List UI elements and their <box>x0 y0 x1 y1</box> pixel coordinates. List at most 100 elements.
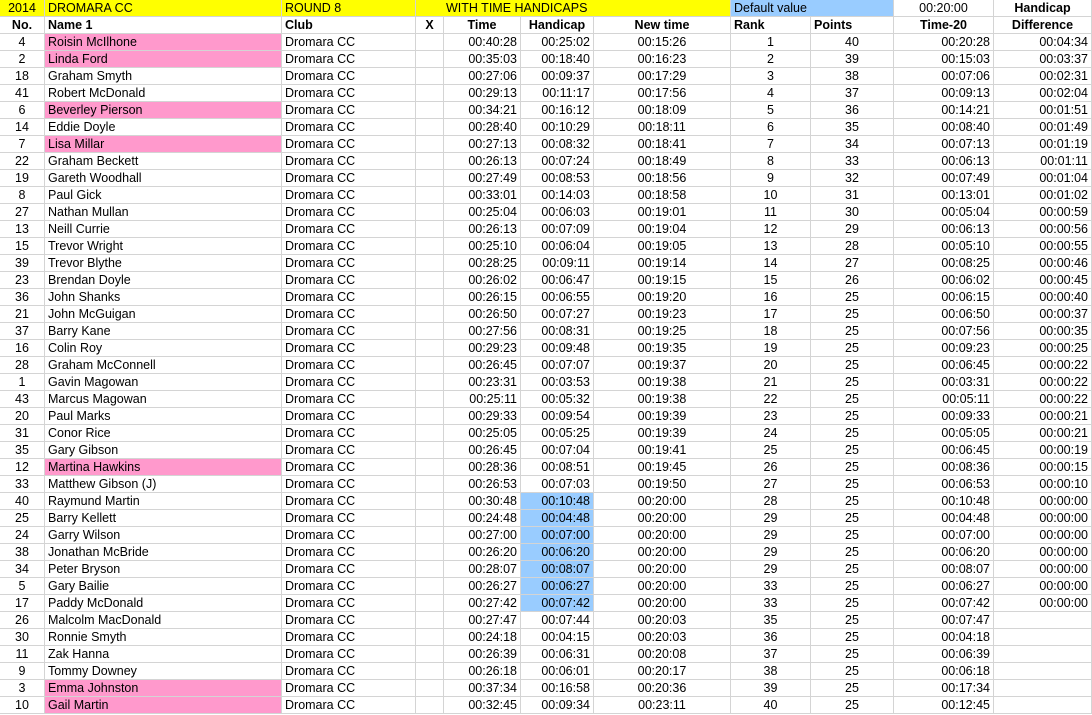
cell-rank[interactable]: 9 <box>731 170 811 187</box>
cell-new-time[interactable]: 00:18:58 <box>594 187 731 204</box>
cell-time-20[interactable]: 00:04:48 <box>894 510 994 527</box>
cell-points[interactable]: 25 <box>811 391 894 408</box>
cell-rank[interactable]: 22 <box>731 391 811 408</box>
cell-time[interactable]: 00:26:50 <box>444 306 521 323</box>
cell-club[interactable]: Dromara CC <box>282 170 416 187</box>
cell-points[interactable]: 33 <box>811 153 894 170</box>
cell-rank[interactable]: 35 <box>731 612 811 629</box>
round-cell[interactable]: ROUND 8 <box>282 0 416 17</box>
cell-rank[interactable]: 29 <box>731 527 811 544</box>
cell-time-20[interactable]: 00:06:13 <box>894 221 994 238</box>
cell-no[interactable]: 40 <box>0 493 45 510</box>
cell-no[interactable]: 30 <box>0 629 45 646</box>
cell-handicap[interactable]: 00:10:48 <box>521 493 594 510</box>
cell-new-time[interactable]: 00:20:03 <box>594 612 731 629</box>
cell-points[interactable]: 35 <box>811 119 894 136</box>
cell-club[interactable]: Dromara CC <box>282 34 416 51</box>
cell-handicap[interactable]: 00:03:53 <box>521 374 594 391</box>
cell-name[interactable]: Linda Ford <box>45 51 282 68</box>
cell-new-time[interactable]: 00:20:00 <box>594 578 731 595</box>
cell-points[interactable]: 25 <box>811 646 894 663</box>
cell-x[interactable] <box>416 527 444 544</box>
cell-new-time[interactable]: 00:18:41 <box>594 136 731 153</box>
cell-no[interactable]: 1 <box>0 374 45 391</box>
cell-name[interactable]: Jonathan McBride <box>45 544 282 561</box>
cell-new-time[interactable]: 00:20:00 <box>594 527 731 544</box>
cell-time[interactable]: 00:25:04 <box>444 204 521 221</box>
cell-x[interactable] <box>416 476 444 493</box>
cell-difference[interactable]: 00:00:21 <box>994 408 1092 425</box>
cell-name[interactable]: Gary Gibson <box>45 442 282 459</box>
cell-time-20[interactable]: 00:06:13 <box>894 153 994 170</box>
cell-rank[interactable]: 1 <box>731 34 811 51</box>
cell-new-time[interactable]: 00:19:38 <box>594 391 731 408</box>
cell-handicap[interactable]: 00:08:07 <box>521 561 594 578</box>
cell-club[interactable]: Dromara CC <box>282 408 416 425</box>
cell-difference[interactable]: 00:01:51 <box>994 102 1092 119</box>
cell-no[interactable]: 15 <box>0 238 45 255</box>
cell-x[interactable] <box>416 578 444 595</box>
cell-no[interactable]: 26 <box>0 612 45 629</box>
cell-difference[interactable]: 00:00:56 <box>994 221 1092 238</box>
cell-club[interactable]: Dromara CC <box>282 595 416 612</box>
cell-x[interactable] <box>416 204 444 221</box>
cell-new-time[interactable]: 00:20:08 <box>594 646 731 663</box>
cell-club[interactable]: Dromara CC <box>282 51 416 68</box>
cell-no[interactable]: 43 <box>0 391 45 408</box>
cell-rank[interactable]: 33 <box>731 578 811 595</box>
cell-name[interactable]: Nathan Mullan <box>45 204 282 221</box>
cell-points[interactable]: 25 <box>811 374 894 391</box>
cell-time[interactable]: 00:29:23 <box>444 340 521 357</box>
cell-club[interactable]: Dromara CC <box>282 204 416 221</box>
cell-name[interactable]: Paul Gick <box>45 187 282 204</box>
cell-name[interactable]: Martina Hawkins <box>45 459 282 476</box>
cell-rank[interactable]: 37 <box>731 646 811 663</box>
cell-difference[interactable]: 00:00:00 <box>994 595 1092 612</box>
cell-time-20[interactable]: 00:03:31 <box>894 374 994 391</box>
cell-time-20[interactable]: 00:07:56 <box>894 323 994 340</box>
cell-no[interactable]: 3 <box>0 680 45 697</box>
cell-handicap[interactable]: 00:05:25 <box>521 425 594 442</box>
cell-difference[interactable]: 00:01:11 <box>994 153 1092 170</box>
cell-club[interactable]: Dromara CC <box>282 680 416 697</box>
cell-time[interactable]: 00:25:10 <box>444 238 521 255</box>
cell-club[interactable]: Dromara CC <box>282 85 416 102</box>
cell-no[interactable]: 39 <box>0 255 45 272</box>
cell-name[interactable]: Colin Roy <box>45 340 282 357</box>
header-new-time[interactable]: New time <box>594 17 731 34</box>
cell-x[interactable] <box>416 255 444 272</box>
cell-name[interactable]: Brendan Doyle <box>45 272 282 289</box>
cell-time[interactable]: 00:26:45 <box>444 442 521 459</box>
cell-handicap[interactable]: 00:06:01 <box>521 663 594 680</box>
cell-time-20[interactable]: 00:07:42 <box>894 595 994 612</box>
cell-club[interactable]: Dromara CC <box>282 255 416 272</box>
cell-club[interactable]: Dromara CC <box>282 646 416 663</box>
cell-difference[interactable] <box>994 663 1092 680</box>
cell-name[interactable]: Peter Bryson <box>45 561 282 578</box>
cell-rank[interactable]: 24 <box>731 425 811 442</box>
cell-new-time[interactable]: 00:19:14 <box>594 255 731 272</box>
header-club[interactable]: Club <box>282 17 416 34</box>
cell-time[interactable]: 00:28:40 <box>444 119 521 136</box>
cell-time-20[interactable]: 00:06:18 <box>894 663 994 680</box>
cell-x[interactable] <box>416 68 444 85</box>
cell-difference[interactable]: 00:00:25 <box>994 340 1092 357</box>
cell-name[interactable]: Malcolm MacDonald <box>45 612 282 629</box>
cell-no[interactable]: 41 <box>0 85 45 102</box>
cell-club[interactable]: Dromara CC <box>282 527 416 544</box>
cell-time-20[interactable]: 00:07:47 <box>894 612 994 629</box>
cell-time-20[interactable]: 00:06:27 <box>894 578 994 595</box>
cell-rank[interactable]: 12 <box>731 221 811 238</box>
cell-points[interactable]: 25 <box>811 340 894 357</box>
cell-rank[interactable]: 28 <box>731 493 811 510</box>
cell-time-20[interactable]: 00:06:20 <box>894 544 994 561</box>
cell-time[interactable]: 00:40:28 <box>444 34 521 51</box>
cell-no[interactable]: 28 <box>0 357 45 374</box>
cell-time[interactable]: 00:27:13 <box>444 136 521 153</box>
cell-points[interactable]: 25 <box>811 357 894 374</box>
cell-new-time[interactable]: 00:19:05 <box>594 238 731 255</box>
cell-name[interactable]: Gary Bailie <box>45 578 282 595</box>
cell-new-time[interactable]: 00:15:26 <box>594 34 731 51</box>
cell-no[interactable]: 33 <box>0 476 45 493</box>
cell-points[interactable]: 29 <box>811 221 894 238</box>
